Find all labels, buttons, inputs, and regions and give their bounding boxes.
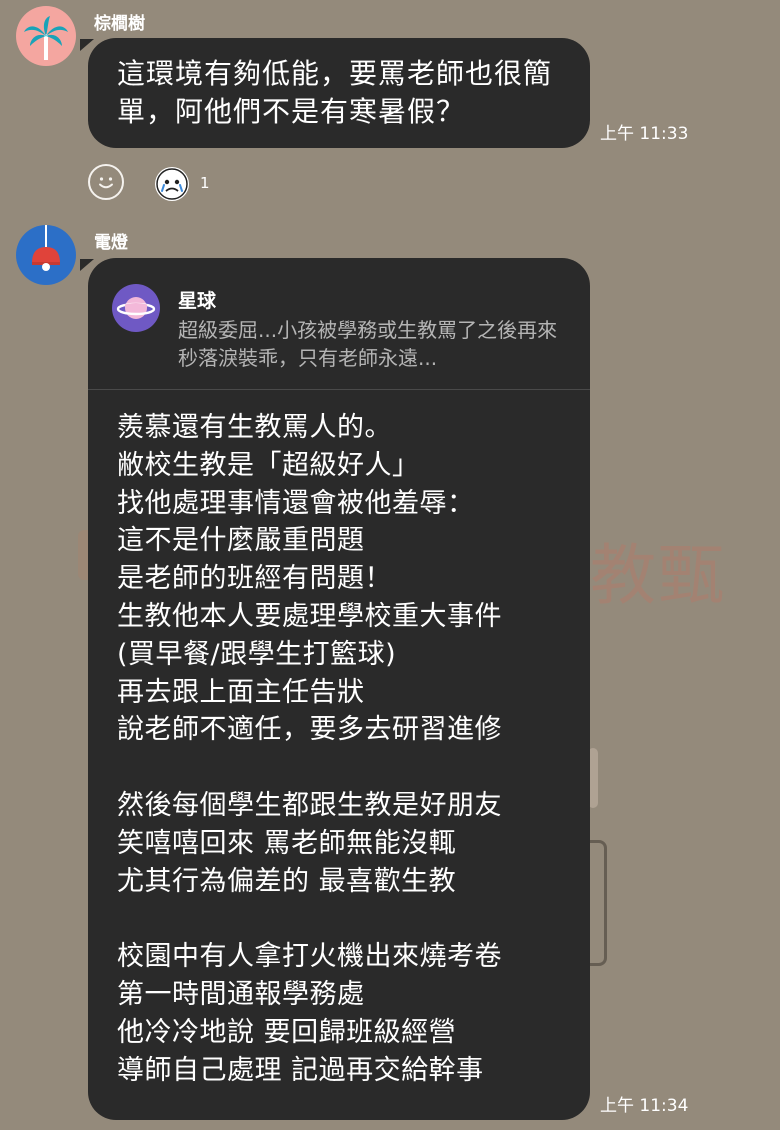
message-timestamp: 上午 11:34 <box>600 1096 689 1116</box>
message-line: 找他處理事情還會被他羞辱： <box>117 487 475 519</box>
message-line: 再去跟上面主任告狀 <box>117 676 365 708</box>
reaction-emoji-icon <box>156 168 188 200</box>
smiley-add-reaction-icon <box>99 177 113 189</box>
message-text: 這環境有夠低能，要罵老師也很簡單，阿他們不是有寒暑假？ <box>117 57 553 128</box>
quoted-reply[interactable]: 星球 超級委屈...小孩被學務或生教罵了之後再來秒落淚裝乖，只有老師永遠... <box>88 258 590 389</box>
message-line: 說老師不適任，要多去研習進修 <box>117 714 502 746</box>
message-line: 導師自己處理 記過再交給幹事 <box>117 1054 484 1086</box>
message-bubble[interactable]: 星球 超級委屈...小孩被學務或生教罵了之後再來秒落淚裝乖，只有老師永遠... … <box>88 258 590 1120</box>
message-line <box>117 900 577 938</box>
reaction-count: 1 <box>200 174 210 192</box>
message-line: 敝校生教是「超級好人」 <box>117 449 420 481</box>
message-line: (買早餐/跟學生打籃球) <box>117 638 397 670</box>
sender-name: 棕櫚樹 <box>94 14 145 34</box>
add-reaction-button[interactable] <box>88 164 124 200</box>
reaction-badge[interactable] <box>155 167 189 201</box>
message-text: 羨慕還有生教罵人的。 敝校生教是「超級好人」 找他處理事情還會被他羞辱： 這不是… <box>117 409 577 1089</box>
pendant-lamp-icon <box>32 225 60 271</box>
message-line: 是老師的班經有問題！ <box>117 563 392 595</box>
reply-author: 星球 <box>178 290 217 312</box>
reply-snippet: 超級委屈...小孩被學務或生教罵了之後再來秒落淚裝乖，只有老師永遠... <box>178 318 558 370</box>
message-line: 尤其行為偏差的 最喜歡生教 <box>117 865 457 897</box>
avatar[interactable] <box>16 225 76 285</box>
palm-tree-icon <box>24 16 68 60</box>
message-bubble[interactable]: 這環境有夠低能，要罵老師也很簡單，阿他們不是有寒暑假？ <box>88 38 590 148</box>
divider <box>88 389 590 390</box>
message-line: 第一時間通報學務處 <box>117 978 365 1010</box>
avatar[interactable] <box>16 6 76 66</box>
bubble-tail <box>80 39 94 51</box>
planet-icon <box>116 297 156 319</box>
message-line: 生教他本人要處理學校重大事件 <box>117 600 502 632</box>
message-line: 校園中有人拿打火機出來燒考卷 <box>117 941 502 973</box>
message-timestamp: 上午 11:33 <box>600 124 689 144</box>
message-line: 他冷冷地說 要回歸班級經營 <box>117 1016 457 1048</box>
message-line: 這不是什麼嚴重問題 <box>117 525 365 557</box>
message-line <box>117 749 577 787</box>
message-line: 羨慕還有生教罵人的。 <box>117 412 392 443</box>
background-watermark: 教甄 <box>590 537 726 614</box>
message-line: 然後每個學生都跟生教是好朋友 <box>117 789 502 821</box>
sender-name: 電燈 <box>94 233 128 253</box>
message-line: 笑嘻嘻回來 罵老師無能沒輒 <box>117 827 457 859</box>
reply-avatar <box>112 284 160 332</box>
